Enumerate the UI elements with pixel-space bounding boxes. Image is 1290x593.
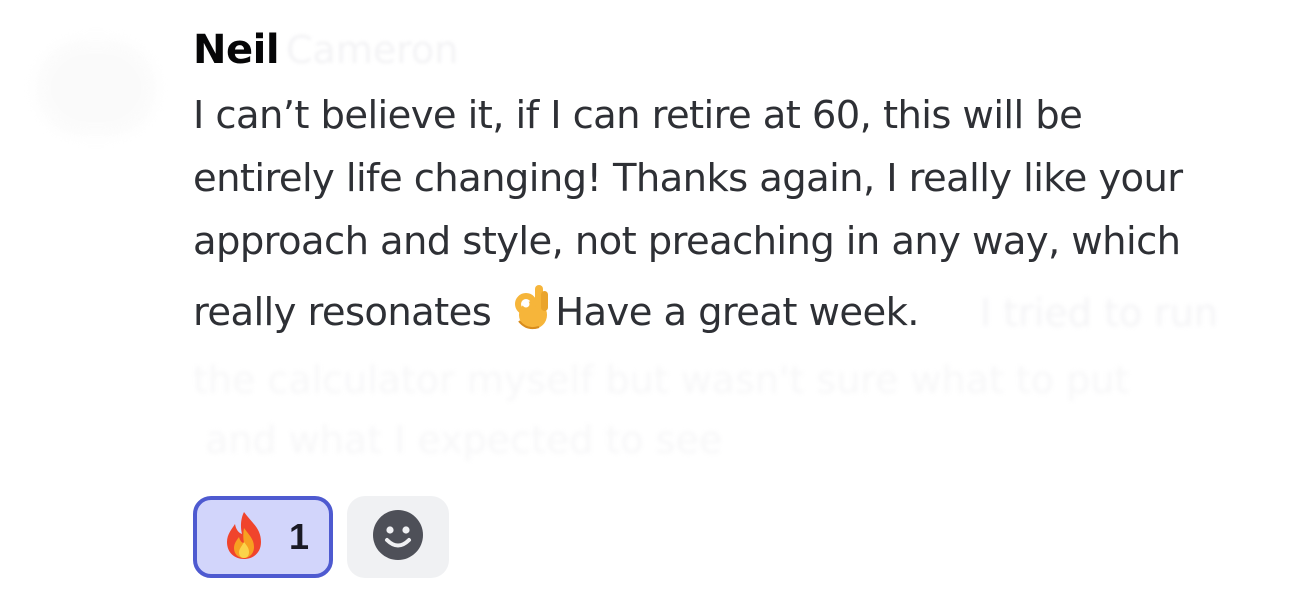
reactions-bar: 1 — [193, 496, 449, 578]
add-reaction-button[interactable] — [347, 496, 449, 578]
message-line: I can’t believe it, if I can retire at 6… — [193, 93, 1083, 138]
message-line: entirely life changing! Thanks again, I … — [193, 156, 1183, 201]
faded-header-ghost: Cameron — [286, 28, 459, 72]
faded-text-ghost: the calculator myself but wasn't sure wh… — [193, 358, 1130, 462]
faded-text-ghost: I tried to run — [980, 291, 1218, 335]
ok-hand-emoji-icon — [505, 281, 551, 354]
avatar[interactable] — [36, 40, 156, 136]
message-text: Have a great week. — [555, 290, 919, 335]
message-author[interactable]: Neil — [193, 24, 280, 76]
smiley-face-icon — [372, 509, 424, 565]
reaction-fire[interactable]: 1 — [193, 496, 333, 578]
message-text: really resonates — [193, 290, 492, 335]
message-line: approach and style, not preaching in any… — [193, 219, 1181, 264]
reaction-count: 1 — [289, 516, 310, 557]
fire-emoji-icon — [221, 510, 267, 564]
